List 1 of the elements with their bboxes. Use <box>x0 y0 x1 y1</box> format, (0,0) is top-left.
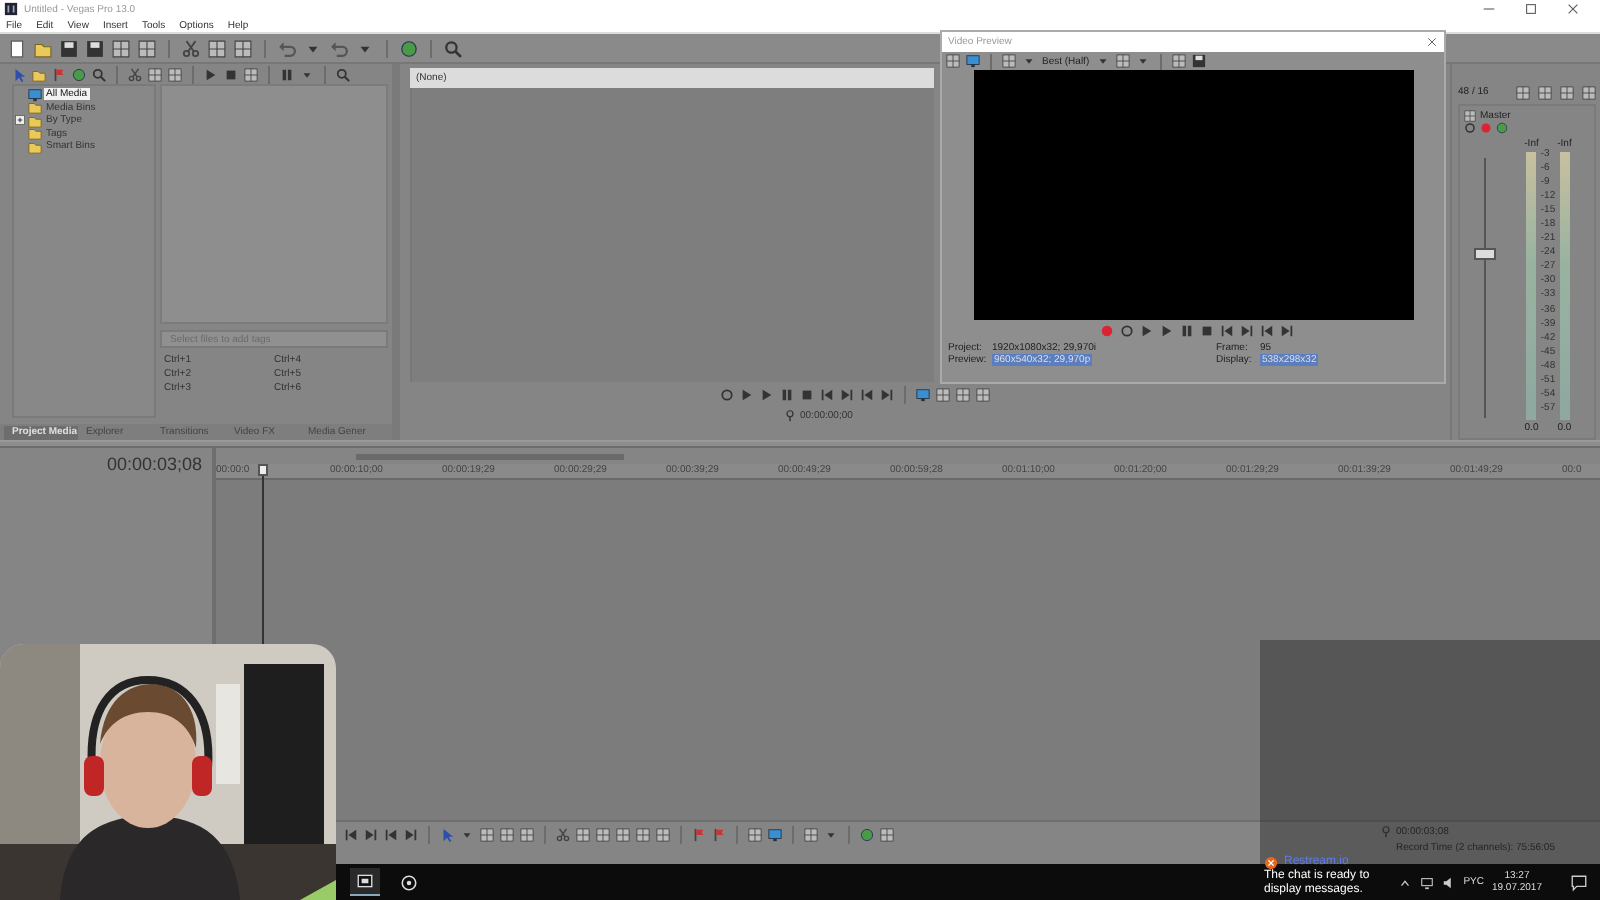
timecode: 00:00:03;08 <box>106 453 202 473</box>
